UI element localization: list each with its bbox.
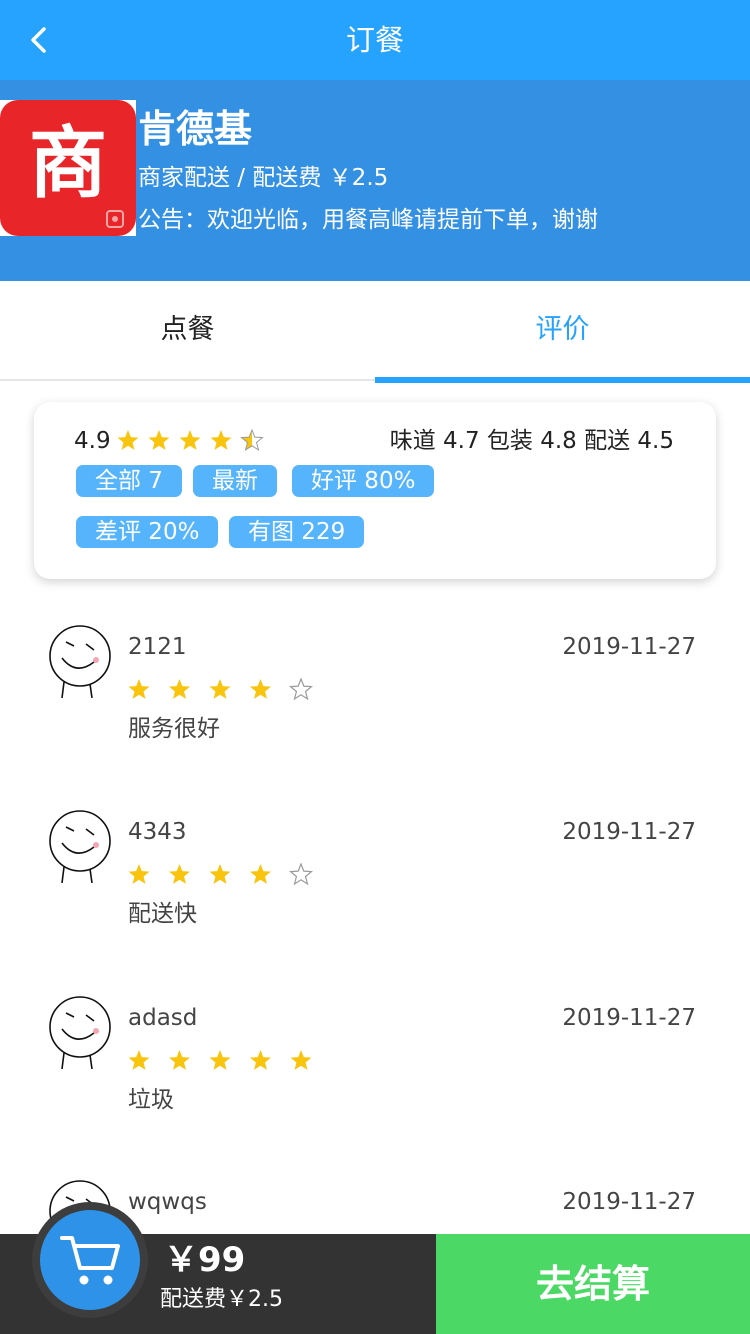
star-filled-icon xyxy=(210,430,232,450)
star-empty-icon xyxy=(288,863,313,886)
review-item: adasd 2019-11-27 垃圾 xyxy=(0,971,750,1156)
star-filled-icon xyxy=(290,1050,312,1070)
tab-active-indicator xyxy=(375,377,750,383)
cart-button[interactable] xyxy=(32,1202,148,1318)
shop-delivery-info: 商家配送 / 配送费 ￥2.5 xyxy=(138,165,389,191)
logo-badge-icon xyxy=(106,210,124,228)
star-filled-icon xyxy=(209,679,231,699)
avatar xyxy=(49,810,111,883)
filter-with-pictures-button[interactable]: 有图 229 xyxy=(229,516,365,548)
avatar xyxy=(49,625,111,698)
review-star-rating xyxy=(128,1050,312,1070)
star-filled-icon xyxy=(250,864,271,884)
star-filled-icon xyxy=(169,1050,190,1070)
sub-scores: 味道 4.7 包装 4.8 配送 4.5 xyxy=(389,428,674,454)
star-filled-icon xyxy=(209,864,231,884)
shopping-cart-icon xyxy=(60,1236,120,1285)
review-text: 垃圾 xyxy=(128,1087,174,1113)
order-page: 订餐 商 肯德基 商家配送 / 配送费 ￥2.5 公告：欢迎光临，用餐高峰请提前… xyxy=(0,0,750,1334)
star-filled-icon xyxy=(128,864,150,884)
shop-name: 肯德基 xyxy=(138,107,253,151)
rating-summary-card: 4.9 味道 4.7 包装 4.8 配送 4.5 全部 7 最新 好评 80% … xyxy=(34,402,716,579)
review-text: 配送快 xyxy=(128,901,197,927)
tab-reviews[interactable]: 评价 xyxy=(375,281,750,383)
star-filled-icon xyxy=(117,430,139,450)
review-star-rating xyxy=(128,863,313,886)
star-filled-icon xyxy=(250,1050,271,1070)
star-filled-icon xyxy=(148,430,170,450)
review-item: 4343 2019-11-27 配送快 xyxy=(0,785,750,970)
star-filled-icon xyxy=(250,679,271,699)
page-title: 订餐 xyxy=(345,23,404,57)
tab-bar: 点餐 评价 xyxy=(0,281,750,383)
star-filled-icon xyxy=(128,679,150,699)
review-star-rating xyxy=(128,678,313,701)
star-filled-icon xyxy=(179,430,201,450)
overall-star-rating xyxy=(117,429,264,452)
filter-good-button[interactable]: 好评 80% xyxy=(292,465,435,497)
overall-score: 4.9 xyxy=(74,428,111,454)
star-filled-icon xyxy=(169,864,190,884)
review-date: 2019-11-27 xyxy=(562,634,696,660)
tab-order-label: 点餐 xyxy=(160,314,215,345)
cart-total: ￥99 xyxy=(164,1240,246,1280)
filter-all-button[interactable]: 全部 7 xyxy=(76,465,182,497)
filter-bad-button[interactable]: 差评 20% xyxy=(76,516,219,548)
shop-notice: 公告：欢迎光临，用餐高峰请提前下单，谢谢 xyxy=(138,207,598,233)
review-date: 2019-11-27 xyxy=(562,1005,696,1031)
review-date: 2019-11-27 xyxy=(562,819,696,845)
review-username: 4343 xyxy=(128,819,187,845)
top-navbar: 订餐 xyxy=(0,0,750,80)
filter-newest-button[interactable]: 最新 xyxy=(193,465,277,497)
shop-header: 商 肯德基 商家配送 / 配送费 ￥2.5 公告：欢迎光临，用餐高峰请提前下单，… xyxy=(0,80,750,281)
review-username: 2121 xyxy=(128,634,187,660)
star-empty-icon xyxy=(288,678,313,701)
shop-logo-text: 商 xyxy=(28,119,107,209)
review-text: 服务很好 xyxy=(128,716,220,742)
review-username: wqwqs xyxy=(128,1189,207,1215)
review-item: 2121 2019-11-27 服务很好 xyxy=(0,600,750,785)
cart-delivery-fee: 配送费￥2.5 xyxy=(160,1287,283,1312)
checkout-button[interactable]: 去结算 xyxy=(436,1234,750,1334)
review-username: adasd xyxy=(128,1005,198,1031)
review-date: 2019-11-27 xyxy=(562,1189,696,1215)
star-filled-icon xyxy=(128,1050,150,1070)
tab-order[interactable]: 点餐 xyxy=(0,281,375,381)
star-half-icon xyxy=(240,429,264,452)
avatar xyxy=(49,996,111,1069)
star-filled-icon xyxy=(169,679,190,699)
tab-reviews-label: 评价 xyxy=(535,314,590,345)
star-filled-icon xyxy=(209,1050,231,1070)
shop-logo: 商 xyxy=(0,100,136,236)
